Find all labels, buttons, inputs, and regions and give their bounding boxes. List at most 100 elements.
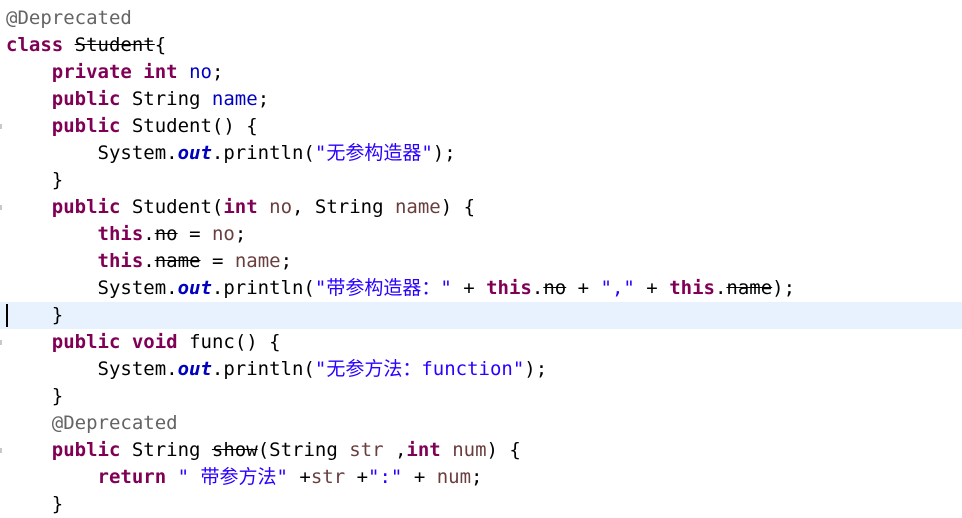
code-token: this xyxy=(97,250,144,272)
code-line[interactable]: this.name = name; xyxy=(0,248,962,275)
code-token: " 带参方法" xyxy=(177,466,288,488)
code-token: out xyxy=(177,277,212,299)
code-token: "," xyxy=(600,277,635,299)
code-line[interactable]: } xyxy=(0,302,962,329)
fold-marker-icon[interactable] xyxy=(0,448,2,453)
code-token: ; xyxy=(280,250,293,272)
code-token: } xyxy=(6,304,64,326)
code-line-text: public String show(String str ,int num) … xyxy=(6,437,521,464)
code-token: } xyxy=(6,385,64,407)
code-line[interactable]: return " 带参方法" +str +":" + num; xyxy=(0,464,962,491)
code-token: num xyxy=(436,466,472,488)
code-line-text: private int no; xyxy=(6,59,224,86)
code-line[interactable]: public String name; xyxy=(0,86,962,113)
code-line[interactable]: public Student() { xyxy=(0,113,962,140)
code-line[interactable]: System.out.println("无参构造器"); xyxy=(0,140,962,167)
fold-marker-icon[interactable] xyxy=(0,205,2,210)
code-token: .println( xyxy=(211,358,315,380)
code-token: { xyxy=(154,34,167,56)
code-line[interactable]: @Deprecated xyxy=(0,410,962,437)
code-token: name xyxy=(726,277,773,299)
code-token: name xyxy=(394,196,441,218)
code-line-text: } xyxy=(6,383,63,410)
fold-marker-icon[interactable] xyxy=(0,124,2,129)
code-token: int xyxy=(406,439,441,461)
code-token: + xyxy=(345,466,369,488)
code-token: no xyxy=(211,223,235,245)
code-token: this xyxy=(486,277,532,299)
code-line[interactable]: public Student(int no, String name) { xyxy=(0,194,962,221)
code-line-text: class Student{ xyxy=(6,32,166,59)
code-line[interactable]: private int no; xyxy=(0,59,962,86)
code-line-text: return " 带参方法" +str +":" + num; xyxy=(6,464,483,491)
code-line[interactable]: System.out.println("无参方法：function"); xyxy=(0,356,962,383)
code-token: no xyxy=(543,277,567,299)
code-token: public xyxy=(51,196,121,218)
code-token: .println( xyxy=(211,277,315,299)
code-token: + xyxy=(634,277,670,299)
code-line-text: public void func() { xyxy=(6,329,281,356)
code-token: } xyxy=(6,169,64,191)
code-token: , xyxy=(383,439,407,461)
code-token: name xyxy=(234,250,281,272)
code-token: no xyxy=(269,196,293,218)
code-token: out xyxy=(177,142,212,164)
code-token: } xyxy=(6,493,64,515)
code-token: no xyxy=(189,61,212,83)
code-token: , String xyxy=(292,196,395,218)
code-token: str xyxy=(310,466,346,488)
code-line[interactable]: System.out.println("带参构造器：" + this.no + … xyxy=(0,275,962,302)
code-token: class xyxy=(6,34,64,56)
code-line-text: System.out.println("无参构造器"); xyxy=(6,140,456,167)
code-token: = xyxy=(200,250,235,272)
code-line-text: System.out.println("无参方法：function"); xyxy=(6,356,548,383)
code-token: "无参构造器" xyxy=(314,142,433,164)
code-token: String xyxy=(120,88,212,110)
code-token: void xyxy=(131,331,178,353)
code-token: name xyxy=(154,250,201,272)
code-token: ; xyxy=(211,61,224,83)
code-editor[interactable]: @Deprecated class Student{ private int no… xyxy=(0,0,962,518)
code-token: func() { xyxy=(177,331,281,353)
code-token: public xyxy=(51,115,121,137)
code-token: no xyxy=(154,223,178,245)
code-line[interactable]: public void func() { xyxy=(0,329,962,356)
code-line-text: System.out.println("带参构造器：" + this.no + … xyxy=(6,275,796,302)
code-token: "无参方法：function" xyxy=(314,358,525,380)
code-token: + xyxy=(287,466,311,488)
code-token: (String xyxy=(257,439,350,461)
code-token: = xyxy=(177,223,212,245)
code-token: int xyxy=(143,61,178,83)
text-caret xyxy=(6,304,8,327)
code-token: @Deprecated xyxy=(51,412,178,434)
code-token: String xyxy=(120,439,212,461)
code-token: System. xyxy=(6,142,178,164)
code-line-text: @Deprecated xyxy=(6,5,132,32)
code-line[interactable]: public String show(String str ,int num) … xyxy=(0,437,962,464)
code-line[interactable]: class Student{ xyxy=(0,32,962,59)
code-token: public xyxy=(51,88,121,110)
code-line[interactable]: } xyxy=(0,167,962,194)
code-line[interactable]: } xyxy=(0,383,962,410)
code-line[interactable]: @Deprecated xyxy=(0,5,962,32)
code-token: . xyxy=(531,277,544,299)
code-token: ; xyxy=(234,223,247,245)
code-token: ); xyxy=(772,277,796,299)
code-token: Student( xyxy=(120,196,224,218)
code-token: num xyxy=(452,439,487,461)
code-token: private xyxy=(51,61,132,83)
code-token: ; xyxy=(471,466,483,488)
code-token: int xyxy=(223,196,258,218)
code-token: ; xyxy=(257,88,270,110)
code-line[interactable]: } xyxy=(0,491,962,518)
code-line[interactable]: this.no = no; xyxy=(0,221,962,248)
code-line-text: public String name; xyxy=(6,86,269,113)
fold-marker-icon[interactable] xyxy=(0,340,2,345)
